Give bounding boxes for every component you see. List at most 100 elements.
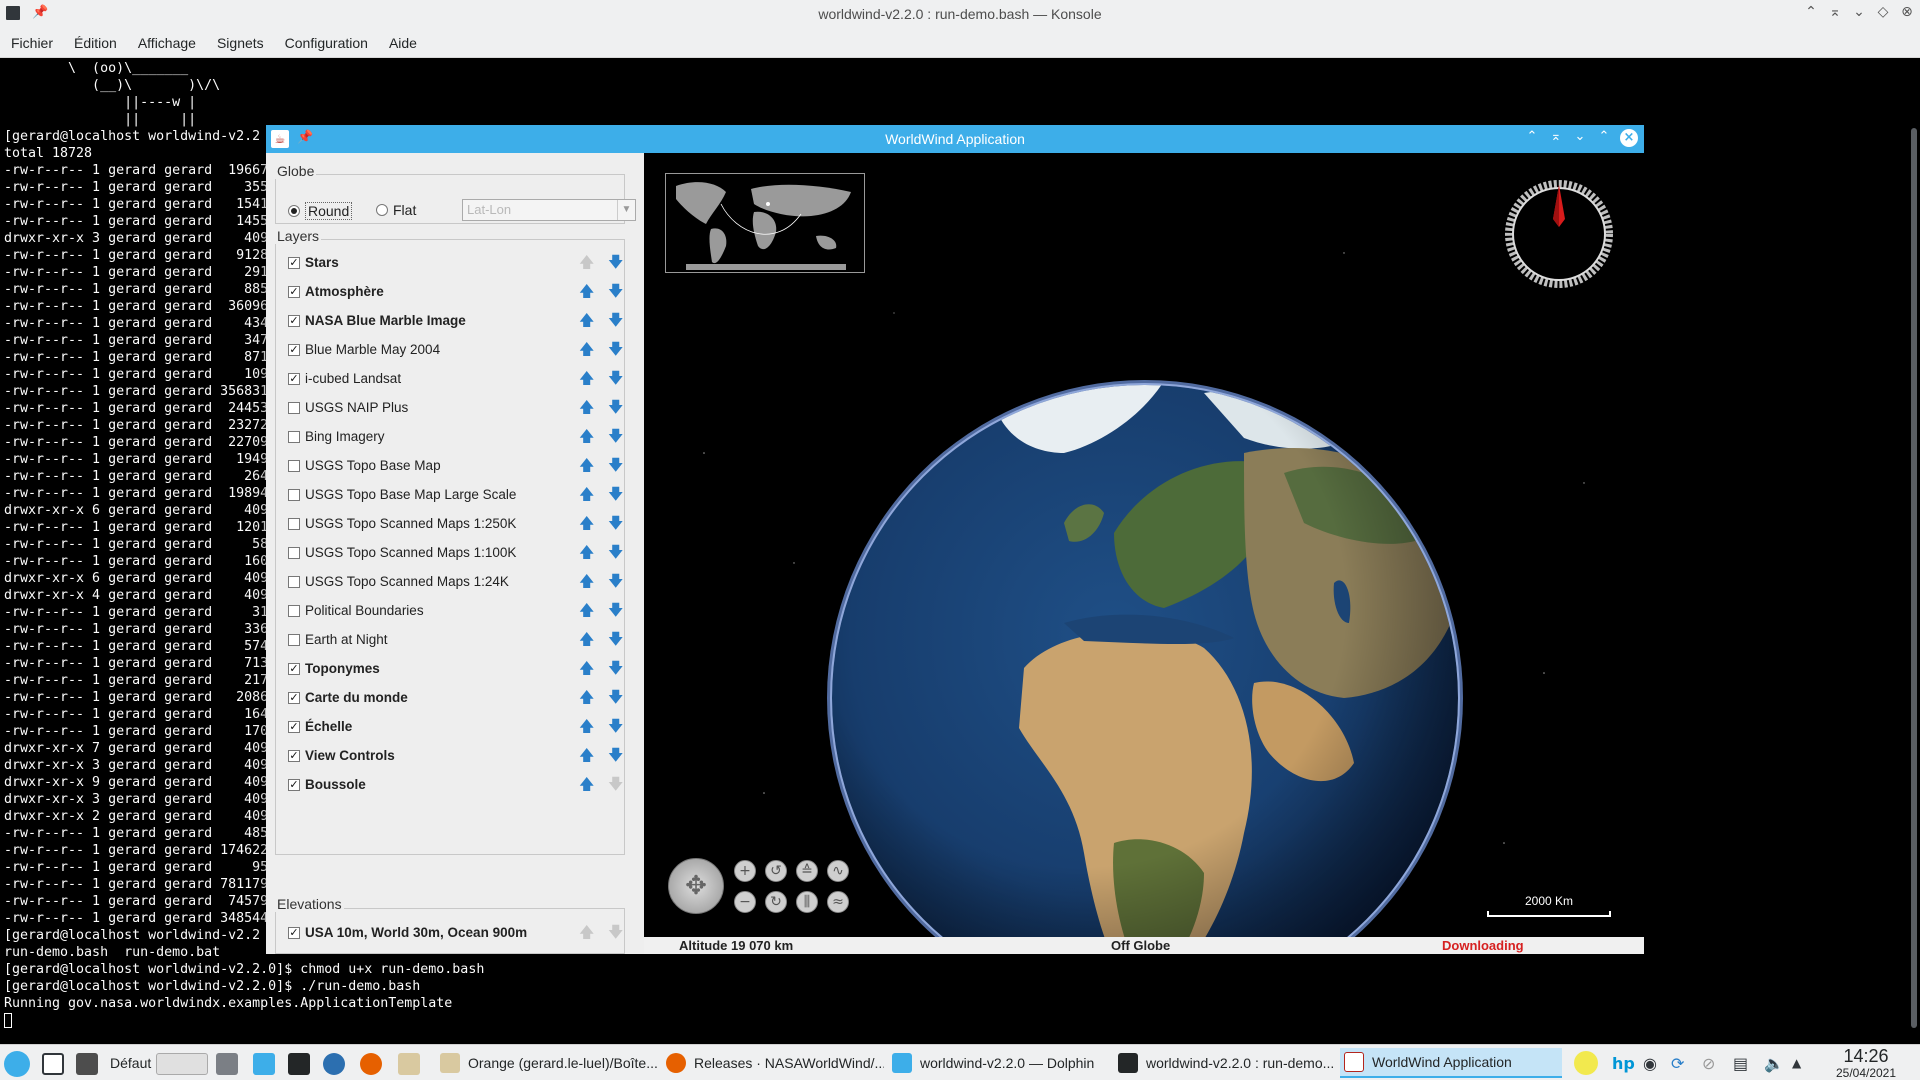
move-up-icon[interactable]: 🡅 [579, 690, 594, 705]
compass[interactable] [1504, 179, 1614, 289]
move-down-icon[interactable]: 🡇 [608, 632, 623, 647]
checkbox-checked-icon[interactable]: ✓ [288, 720, 300, 733]
checkbox-unchecked-icon[interactable] [288, 604, 300, 617]
layer-row[interactable]: ✓ Boussole 🡅 🡇 [288, 770, 628, 799]
menu-affichage[interactable]: Affichage [138, 35, 196, 51]
menu-aide[interactable]: Aide [389, 35, 417, 51]
layer-row[interactable]: USGS Topo Base Map 🡅 🡇 [288, 451, 628, 480]
clock[interactable]: 14:26 25/04/2021 [1816, 1046, 1916, 1080]
volume-icon[interactable]: 🔈 [1764, 1054, 1784, 1073]
exaggeration-down-button[interactable]: ≈ [827, 891, 849, 913]
layer-row[interactable]: USGS Topo Scanned Maps 1:24K 🡅 🡇 [288, 567, 628, 596]
app-launcher-icon[interactable] [4, 1051, 30, 1077]
move-up-icon[interactable]: 🡅 [579, 487, 594, 502]
checkbox-checked-icon[interactable]: ✓ [288, 662, 300, 675]
checkbox-unchecked-icon[interactable] [288, 488, 300, 501]
move-down-icon[interactable]: 🡇 [608, 545, 623, 560]
close-icon[interactable]: ⊗ [1900, 4, 1914, 20]
rotate-right-button[interactable]: ↻ [765, 891, 787, 913]
move-down-icon[interactable]: 🡇 [608, 342, 623, 357]
exaggeration-up-button[interactable]: ∿ [827, 860, 849, 882]
move-up-icon[interactable]: 🡅 [579, 458, 594, 473]
move-up-icon[interactable]: 🡅 [579, 603, 594, 618]
round-radio[interactable]: Round [288, 202, 353, 220]
move-down-icon[interactable]: 🡇 [608, 400, 623, 415]
checkbox-unchecked-icon[interactable] [288, 546, 300, 559]
rss-icon[interactable]: ◉ [1643, 1054, 1657, 1073]
layer-row[interactable]: USGS Topo Scanned Maps 1:100K 🡅 🡇 [288, 538, 628, 567]
projection-select[interactable]: Lat-Lon ▼ [462, 199, 636, 221]
menu-fichier[interactable]: Fichier [11, 35, 53, 51]
minimize-icon[interactable]: ⌄ [1852, 4, 1866, 20]
minimize-icon[interactable]: ⌄ [1572, 129, 1588, 147]
move-down-icon[interactable]: 🡇 [608, 255, 623, 270]
move-up-icon[interactable]: 🡅 [579, 342, 594, 357]
checkbox-unchecked-icon[interactable] [288, 459, 300, 472]
menu-signets[interactable]: Signets [217, 35, 264, 51]
task-mail[interactable]: Orange (gerard.le-luel)/Boîte... [436, 1048, 658, 1078]
chevron-down-icon[interactable]: ▼ [617, 200, 635, 220]
checkbox-unchecked-icon[interactable] [288, 633, 300, 646]
terminal-launcher-icon[interactable] [288, 1053, 310, 1075]
layer-row[interactable]: ✓ Échelle 🡅 🡇 [288, 712, 628, 741]
move-up-icon[interactable]: 🡅 [579, 545, 594, 560]
radio-unselected-icon[interactable] [376, 204, 388, 216]
move-down-icon[interactable]: 🡇 [608, 661, 623, 676]
settings-icon[interactable] [323, 1053, 345, 1075]
layer-row[interactable]: ✓ Atmosphère 🡅 🡇 [288, 277, 628, 306]
tilt-up-button[interactable]: ≙ [796, 860, 818, 882]
konsole-titlebar[interactable]: 📌 worldwind-v2.2.0 : run-demo.bash — Kon… [0, 0, 1920, 29]
move-up-icon[interactable]: 🡅 [579, 748, 594, 763]
move-up-icon[interactable]: 🡅 [579, 719, 594, 734]
file-manager-icon[interactable] [253, 1053, 275, 1075]
menu-configuration[interactable]: Configuration [285, 35, 368, 51]
layer-row[interactable]: ✓ Blue Marble May 2004 🡅 🡇 [288, 335, 628, 364]
worldwind-titlebar[interactable]: ☕ 📌 WorldWind Application ⌃ ⌅ ⌄ ⌃ × [266, 125, 1644, 153]
move-up-icon[interactable]: 🡅 [579, 661, 594, 676]
checkbox-checked-icon[interactable]: ✓ [288, 691, 300, 704]
keep-top-icon[interactable]: ⌅ [1828, 4, 1842, 20]
clipboard-icon[interactable]: ▤ [1733, 1054, 1748, 1073]
move-up-icon[interactable]: 🡅 [579, 516, 594, 531]
move-down-icon[interactable]: 🡇 [608, 487, 623, 502]
layer-row[interactable]: Earth at Night 🡅 🡇 [288, 625, 628, 654]
move-up-icon[interactable]: 🡅 [579, 777, 594, 792]
layer-row[interactable]: ✓ Toponymes 🡅 🡇 [288, 654, 628, 683]
rotate-left-button[interactable]: ↺ [765, 860, 787, 882]
tray-expand-icon[interactable]: ▲ [1792, 1056, 1801, 1070]
task-worldwind[interactable]: WorldWind Application [1340, 1048, 1562, 1078]
move-up-icon[interactable]: 🡅 [579, 632, 594, 647]
task-firefox[interactable]: Releases · NASAWorldWind/... [662, 1048, 884, 1078]
task-konsole[interactable]: worldwind-v2.2.0 : run-demo... [1114, 1048, 1336, 1078]
checkbox-checked-icon[interactable]: ✓ [288, 343, 300, 356]
layer-row[interactable]: ✓ Carte du monde 🡅 🡇 [288, 683, 628, 712]
tilt-down-button[interactable]: ⫼ [796, 891, 818, 913]
checkbox-unchecked-icon[interactable] [288, 430, 300, 443]
menu-edition[interactable]: Édition [74, 35, 117, 51]
mail-icon[interactable] [398, 1053, 420, 1075]
move-up-icon[interactable]: 🡅 [579, 313, 594, 328]
hp-printer-icon[interactable]: hp [1612, 1054, 1635, 1073]
radio-selected-icon[interactable] [288, 205, 300, 217]
sync-icon[interactable]: ⟳ [1671, 1054, 1684, 1073]
move-up-icon[interactable]: 🡅 [579, 400, 594, 415]
move-down-icon[interactable]: 🡇 [608, 429, 623, 444]
checkbox-checked-icon[interactable]: ✓ [288, 749, 300, 762]
checkbox-unchecked-icon[interactable] [288, 401, 300, 414]
elevation-row[interactable]: ✓ USA 10m, World 30m, Ocean 900m 🡅 🡇 [288, 918, 628, 947]
move-up-icon[interactable]: 🡅 [579, 255, 594, 270]
maximize-icon[interactable]: ◇ [1876, 4, 1890, 20]
layer-row[interactable]: USGS NAIP Plus 🡅 🡇 [288, 393, 628, 422]
terminal-scrollbar[interactable] [1906, 58, 1920, 1044]
pager-icon[interactable] [156, 1053, 208, 1075]
activity-label[interactable]: Défaut [110, 1055, 151, 1071]
move-down-icon[interactable]: 🡇 [608, 313, 623, 328]
move-up-icon[interactable]: 🡅 [579, 429, 594, 444]
move-down-icon[interactable]: 🡇 [608, 777, 623, 792]
task-dolphin[interactable]: worldwind-v2.2.0 — Dolphin [888, 1048, 1110, 1078]
checkbox-checked-icon[interactable]: ✓ [288, 285, 300, 298]
checkbox-unchecked-icon[interactable] [288, 517, 300, 530]
maximize-icon[interactable]: ⌃ [1596, 129, 1612, 147]
layer-row[interactable]: USGS Topo Base Map Large Scale 🡅 🡇 [288, 480, 628, 509]
layer-row[interactable]: Political Boundaries 🡅 🡇 [288, 596, 628, 625]
